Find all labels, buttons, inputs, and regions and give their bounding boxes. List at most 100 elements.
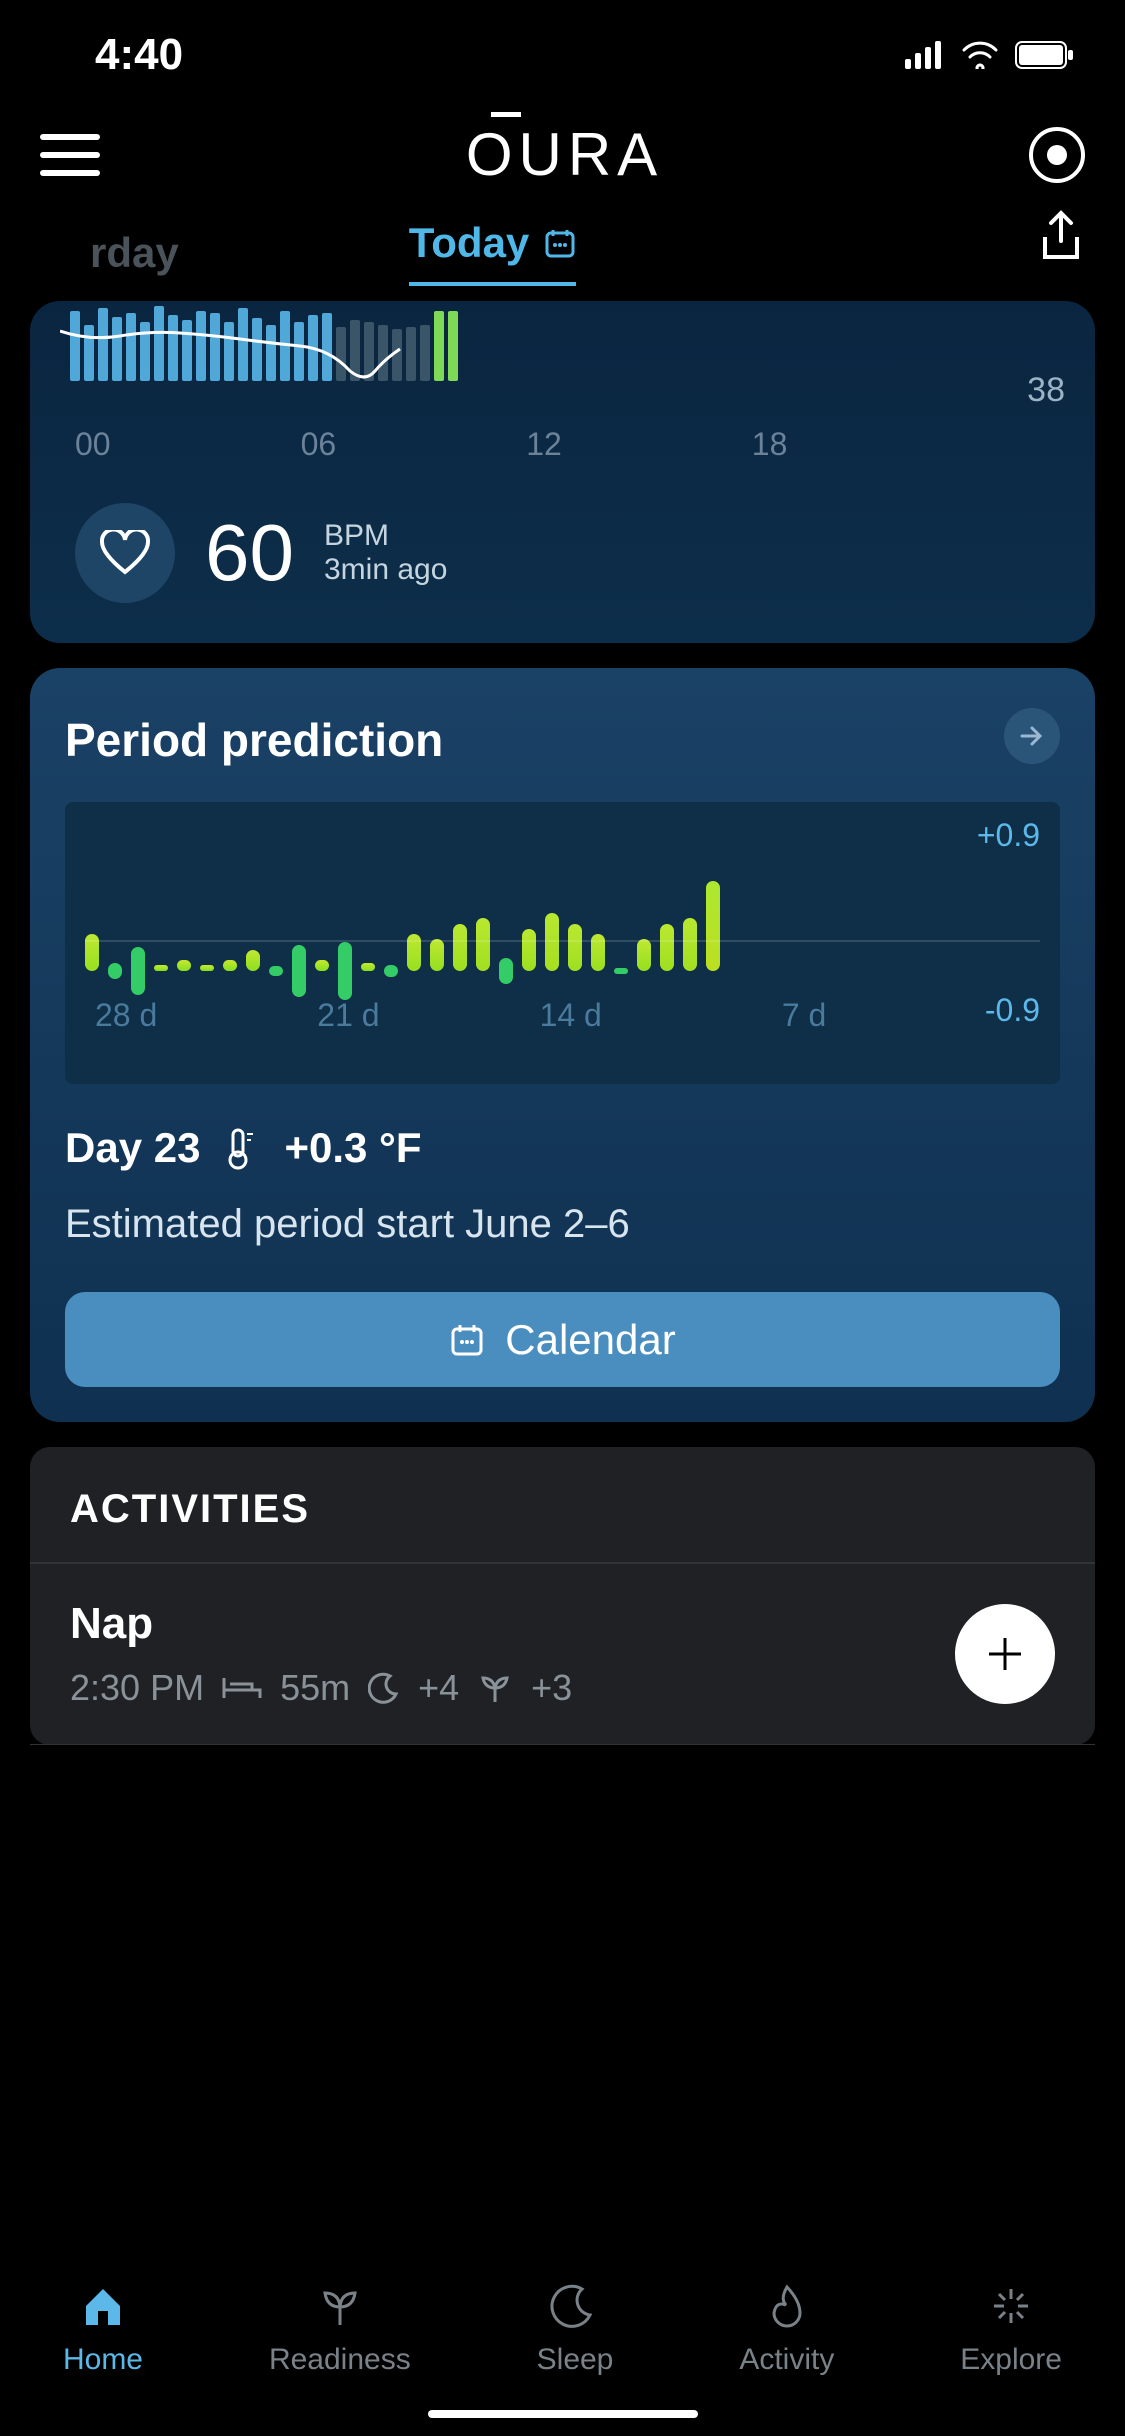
status-bar: 4:40 <box>0 0 1125 100</box>
heart-rate-chart <box>60 301 1065 411</box>
activity-sleep-score-delta: +4 <box>418 1667 459 1709</box>
activities-card: ACTIVITIES Nap 2:30 PM 55m +4 +3 <box>30 1447 1095 1745</box>
date-tabs: rday Today <box>0 219 1125 286</box>
hr-bar <box>126 313 136 381</box>
hr-bar <box>84 325 94 381</box>
status-time: 4:40 <box>95 30 183 80</box>
period-bar <box>660 924 674 972</box>
hr-meta: BPM 3min ago <box>324 519 447 587</box>
tab-today-label: Today <box>409 219 530 267</box>
moon-icon <box>368 1672 400 1704</box>
nav-label: Sleep <box>537 2343 614 2377</box>
hr-summary-row: 60 BPM 3min ago <box>30 463 1095 603</box>
hr-bar <box>350 320 360 381</box>
nav-readiness[interactable]: Readiness <box>269 2281 411 2377</box>
hr-bar <box>168 315 178 381</box>
tab-previous-day[interactable]: rday <box>90 229 179 277</box>
period-bar <box>292 945 306 998</box>
period-bar <box>522 929 536 971</box>
nav-home[interactable]: Home <box>63 2281 143 2377</box>
hr-bar <box>196 311 206 381</box>
hr-xaxis: 00 06 12 18 <box>30 426 1095 463</box>
period-bar <box>154 965 168 971</box>
nav-explore[interactable]: Explore <box>960 2281 1062 2377</box>
period-bar <box>269 966 283 977</box>
flame-icon <box>762 2281 812 2331</box>
hr-bar <box>98 308 108 381</box>
hr-xtick: 06 <box>301 426 337 463</box>
hr-bar <box>420 325 430 381</box>
activity-duration: 55m <box>280 1667 350 1709</box>
nav-label: Home <box>63 2343 143 2377</box>
hr-xtick: 00 <box>75 426 111 463</box>
app-logo: OURA <box>466 120 663 189</box>
period-bar <box>177 960 191 971</box>
calendar-button[interactable]: Calendar <box>65 1292 1060 1387</box>
add-activity-button[interactable] <box>955 1604 1055 1704</box>
calendar-button-label: Calendar <box>505 1316 675 1364</box>
share-button[interactable] <box>1037 209 1085 270</box>
hr-bar <box>294 322 304 381</box>
bed-icon <box>222 1674 262 1702</box>
period-xtick: 21 d <box>317 997 379 1034</box>
nav-label: Explore <box>960 2343 1062 2377</box>
hr-timestamp: 3min ago <box>324 553 447 587</box>
tab-today[interactable]: Today <box>409 219 577 286</box>
period-bar <box>200 965 214 971</box>
period-bar <box>637 939 651 971</box>
hr-bar <box>280 311 290 381</box>
period-bar <box>223 960 237 971</box>
hr-bar <box>266 325 276 381</box>
zero-line <box>85 940 1040 942</box>
wifi-icon <box>960 41 1000 69</box>
chevron-right-icon[interactable] <box>1004 708 1060 764</box>
period-prediction-card[interactable]: Period prediction +0.9 -0.9 28 d 21 d 14… <box>30 668 1095 1422</box>
hr-value: 60 <box>205 507 294 599</box>
period-bar <box>338 942 352 1000</box>
period-bar <box>108 963 122 979</box>
heart-rate-card[interactable]: 38 00 06 12 18 60 BPM 3min ago <box>30 301 1095 643</box>
hr-bar <box>252 318 262 381</box>
app-header: OURA <box>0 100 1125 219</box>
hr-bar <box>182 320 192 381</box>
menu-button[interactable] <box>40 134 100 176</box>
cycle-day: Day 23 <box>65 1124 200 1172</box>
period-bar <box>131 947 145 995</box>
hr-bar <box>70 311 80 381</box>
home-icon <box>78 2281 128 2331</box>
moon-icon <box>550 2281 600 2331</box>
calendar-icon <box>449 1322 485 1358</box>
thermometer-icon <box>225 1126 259 1170</box>
hr-bar <box>112 317 122 381</box>
period-bar <box>453 924 467 972</box>
status-icons <box>905 41 1075 69</box>
sparkle-icon <box>986 2281 1036 2331</box>
calendar-icon <box>544 227 576 259</box>
nav-sleep[interactable]: Sleep <box>537 2281 614 2377</box>
period-bar <box>499 958 513 984</box>
cellular-icon <box>905 41 945 69</box>
period-xaxis: 28 d 21 d 14 d 7 d <box>85 997 1040 1034</box>
hr-bar <box>378 325 388 381</box>
period-bar <box>246 950 260 971</box>
activity-row[interactable]: Nap 2:30 PM 55m +4 +3 <box>30 1564 1095 1745</box>
nav-activity[interactable]: Activity <box>739 2281 834 2377</box>
period-xtick: 28 d <box>95 997 157 1034</box>
hr-bar <box>224 322 234 381</box>
hr-unit: BPM <box>324 519 447 553</box>
target-button[interactable] <box>1029 127 1085 183</box>
period-xtick: 14 d <box>540 997 602 1034</box>
hr-xtick: 12 <box>526 426 562 463</box>
home-indicator <box>428 2410 698 2418</box>
temperature-deviation: +0.3 °F <box>284 1124 421 1172</box>
hr-bar <box>322 313 332 381</box>
sprout-icon <box>315 2281 365 2331</box>
hr-bar <box>154 306 164 381</box>
period-title: Period prediction <box>65 713 1060 767</box>
nav-label: Activity <box>739 2343 834 2377</box>
activities-header: ACTIVITIES <box>30 1447 1095 1564</box>
hr-bar <box>406 327 416 381</box>
hr-xtick: 18 <box>752 426 788 463</box>
activity-readiness-delta: +3 <box>531 1667 572 1709</box>
hr-bar <box>238 308 248 381</box>
